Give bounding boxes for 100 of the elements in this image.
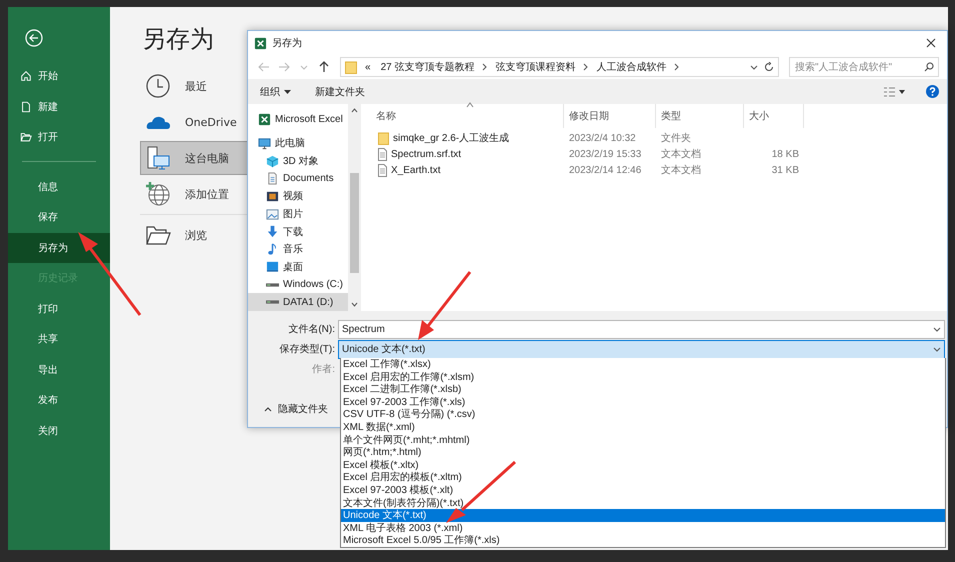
back-icon[interactable] — [25, 29, 43, 47]
file-type-option[interactable]: Excel 97-2003 工作簿(*.xls) — [341, 396, 945, 408]
spreadsheet-icon — [258, 113, 271, 126]
folder-tree-item[interactable]: Microsoft Excel — [248, 111, 348, 129]
file-type-option[interactable]: Unicode 文本(*.txt) — [341, 509, 945, 522]
hide-folders-button[interactable]: 隐藏文件夹 — [258, 401, 334, 417]
column-header[interactable]: 名称 — [361, 104, 564, 128]
folder-icon — [378, 132, 389, 144]
type-cell-text: 文件夹 — [660, 132, 692, 145]
location-item[interactable]: 这台电脑 — [140, 141, 248, 175]
type-cell-text: 文本文档 — [660, 148, 702, 161]
sidebar-item[interactable]: 共享 — [8, 324, 110, 354]
folder-tree-item[interactable]: Windows (C:) — [248, 276, 348, 294]
file-name-cell[interactable]: simqke_gr 2.6-人工波生成 — [361, 131, 564, 145]
file-type-option[interactable]: Excel 启用宏的工作簿(*.xlsm) — [341, 370, 945, 384]
help-icon[interactable] — [926, 85, 939, 98]
size-cell-text: 18 KB — [770, 148, 800, 160]
column-header[interactable]: 类型 — [656, 104, 744, 128]
folder-tree-item[interactable]: 视频 — [248, 188, 348, 206]
file-type-option[interactable]: XML 电子表格 2003 (*.xml) — [341, 522, 945, 534]
chevron-icon — [933, 326, 941, 332]
file-type-option[interactable]: 文本文件(制表符分隔)(*.txt) — [341, 496, 945, 510]
folder-icon — [345, 60, 357, 74]
down-arrow-icon — [266, 225, 279, 238]
file-type-option[interactable]: Excel 模板(*.xltx) — [341, 458, 945, 472]
breadcrumb-item[interactable]: 27 弦支穹顶专题教程 — [378, 60, 476, 74]
date-cell-text: 2023/2/4 10:32 — [568, 132, 637, 144]
date-cell-text: 2023/2/14 12:46 — [568, 164, 642, 176]
field-label: 保存类型(T): — [278, 342, 336, 356]
folder-tree-item[interactable]: 桌面 — [248, 258, 348, 276]
computer-icon — [145, 145, 171, 171]
field-label: 文件名(N): — [287, 322, 336, 336]
page-title: 另存为 — [142, 24, 214, 55]
music-note-icon — [266, 242, 279, 256]
scroll-up-icon[interactable] — [351, 108, 358, 113]
picture-icon — [266, 208, 279, 221]
film-icon — [266, 190, 279, 203]
drive-icon — [266, 282, 279, 287]
folder-tree-item[interactable]: 下载 — [248, 222, 348, 240]
author-label: 作者: — [311, 362, 336, 376]
chevron-icon — [583, 63, 588, 71]
folder-tree-item[interactable]: 此电脑 — [248, 134, 348, 152]
pointer-arrow — [418, 271, 472, 340]
sidebar-item[interactable]: 保存 — [8, 202, 110, 232]
file-type-option[interactable]: Excel 启用宏的模板(*.xltm) — [341, 471, 945, 484]
file-type-option[interactable]: CSV UTF-8 (逗号分隔) (*.csv) — [341, 408, 945, 421]
sidebar-item[interactable]: 导出 — [8, 354, 110, 385]
column-header[interactable]: 大小 — [744, 104, 804, 128]
address-bar[interactable]: « 27 弦支穹顶专题教程 弦支穹顶课程资料 人工波合成软件 — [340, 57, 779, 77]
date-cell-text: 2023/2/19 15:33 — [568, 148, 642, 160]
file-name-cell[interactable]: X_Earth.txt — [361, 164, 564, 176]
sidebar-item[interactable]: 打印 — [8, 294, 110, 324]
file-type-dropdown[interactable]: Unicode 文本(*.txt) — [338, 340, 945, 358]
clock-icon — [145, 73, 171, 99]
chevron-icon — [482, 63, 488, 71]
location-item[interactable]: 最近 — [140, 69, 248, 103]
filename-field[interactable]: Spectrum — [338, 320, 945, 338]
spreadsheet-icon — [254, 36, 267, 50]
file-type-option[interactable]: XML 数据(*.xml) — [341, 420, 945, 434]
sidebar-item[interactable]: 开始 — [8, 61, 110, 92]
file-type-option[interactable]: 网页(*.htm;*.html) — [341, 446, 945, 459]
search-field[interactable]: 搜索"人工波合成软件" — [789, 57, 939, 77]
document-icon — [20, 100, 32, 113]
organize-button[interactable]: 组织 — [256, 82, 295, 100]
file-name-cell[interactable]: Spectrum.srf.txt — [361, 148, 564, 160]
folder-tree-item[interactable]: Documents — [248, 170, 348, 188]
type-cell-text: 文本文档 — [660, 164, 702, 177]
caret-icon — [284, 90, 291, 94]
desktop-icon — [266, 260, 279, 274]
folder-tree-item[interactable]: 音乐 — [248, 240, 348, 258]
breadcrumb-item[interactable]: 人工波合成软件 — [594, 60, 668, 74]
refresh-icon[interactable] — [764, 62, 774, 72]
sidebar-item[interactable]: 另存为 — [8, 232, 110, 263]
new-folder-button[interactable]: 新建文件夹 — [311, 82, 369, 100]
sidebar-item[interactable]: 发布 — [8, 385, 110, 416]
folder-tree-item[interactable]: 图片 — [248, 205, 348, 223]
scroll-down-icon[interactable] — [351, 302, 358, 307]
folder-tree-item[interactable]: 3D 对象 — [248, 152, 348, 170]
file-type-option[interactable]: Microsoft Excel 5.0/95 工作簿(*.xls) — [341, 534, 945, 547]
location-item[interactable]: 浏览 — [140, 218, 248, 252]
location-item[interactable]: 添加位置 — [140, 177, 248, 211]
breadcrumb-item[interactable]: 弦支穹顶课程资料 — [493, 60, 578, 74]
sidebar-item[interactable]: 新建 — [8, 92, 110, 122]
close-icon — [926, 38, 936, 48]
file-type-option[interactable]: Excel 97-2003 模板(*.xlt) — [341, 484, 945, 497]
location-item[interactable]: OneDrive — [140, 105, 248, 139]
sidebar-item[interactable]: 信息 — [8, 172, 110, 202]
text-file-icon — [378, 164, 387, 176]
file-type-option[interactable]: 单个文件网页(*.mht;*.mhtml) — [341, 434, 945, 446]
file-type-option[interactable]: Excel 二进制工作簿(*.xlsb) — [341, 383, 945, 396]
column-header[interactable]: 修改日期 — [564, 104, 656, 128]
address-overflow[interactable]: « — [363, 62, 373, 72]
sidebar-item[interactable]: 打开 — [8, 122, 110, 152]
sidebar-item[interactable]: 关闭 — [8, 416, 110, 446]
home-icon — [20, 70, 32, 82]
size-cell-text: 31 KB — [770, 164, 800, 176]
folder-tree-item[interactable]: DATA1 (D:) — [248, 293, 348, 312]
file-type-option[interactable]: Excel 工作簿(*.xlsx) — [341, 358, 945, 371]
chevron-icon — [264, 406, 272, 412]
drive-icon — [266, 300, 279, 304]
